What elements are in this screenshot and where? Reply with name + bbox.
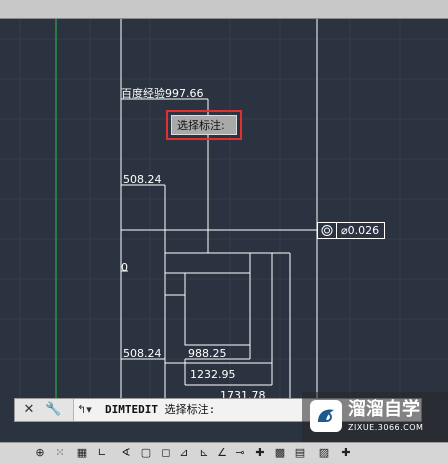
dimension-1232[interactable]: 1232.95 [190,369,236,381]
dynamic-input-icon[interactable]: ∠ [214,445,230,461]
dimension-508-top[interactable]: 508.24 [123,174,162,186]
isodraft-icon[interactable]: ▢ [138,445,154,461]
command-line-controls: ✕ 🔧 [15,399,74,421]
drawing-geometry [0,19,448,399]
object-snap-tracking-icon[interactable]: ◻ [158,445,174,461]
grid-icon[interactable]: ▦ [74,445,90,461]
site-watermark: 溜溜自学 ZIXUE.3066.COM [302,392,448,442]
transparency-icon[interactable]: ▩ [272,445,288,461]
annotation-monitor-icon[interactable]: ▨ [316,445,332,461]
grid-dots-icon[interactable]: ⁙ [52,445,68,461]
geometric-tolerance-frame[interactable]: ⌀0.026 [317,222,385,239]
watermark-subtitle: ZIXUE.3066.COM [348,423,424,432]
drawing-canvas[interactable]: 百度经验997.66 508.24 0 508.24 988.25 1232.9… [0,19,448,399]
dimension-zero[interactable]: 0 [121,262,128,274]
snap-icon[interactable]: ⊕ [32,445,48,461]
close-icon[interactable]: ✕ [21,402,37,418]
concentricity-icon [318,223,337,238]
status-bar: ⊕ ⁙ ▦ ∟ ∢ ▢ ◻ ⊿ ⊾ ∠ ⊸ ✚ ▩ ▤ ▨ ✚ [0,442,448,463]
dynamic-ucs-icon[interactable]: ⊾ [196,445,212,461]
tolerance-value: ⌀0.026 [341,224,380,237]
tooltip-highlight: 选择标注: [166,110,242,140]
add-icon[interactable]: ✚ [338,445,354,461]
dimension-988[interactable]: 988.25 [188,348,227,360]
dimension-baidu-997[interactable]: 百度经验997.66 [121,88,204,100]
command-name: DIMTEDIT [105,403,158,416]
object-snap-icon[interactable]: ⊿ [176,445,192,461]
cursor-tooltip: 选择标注: [171,115,237,135]
title-strip [0,0,448,19]
command-prompt: 选择标注: [164,403,216,416]
watermark-title: 溜溜自学 [348,399,420,420]
command-prompt-text[interactable]: DIMTEDIT 选择标注: [105,403,215,417]
command-arrow-icon[interactable]: ↰▾ [77,402,99,418]
watermark-logo-icon [310,400,342,432]
dimension-508-bottom[interactable]: 508.24 [123,348,162,360]
lineweight-icon[interactable]: ⊸ [232,445,248,461]
layout-tab-gap [0,422,20,442]
crosshair-icon[interactable]: ✚ [252,445,268,461]
ortho-icon[interactable]: ∟ [94,445,110,461]
selection-cycling-icon[interactable]: ▤ [292,445,308,461]
polar-icon[interactable]: ∢ [118,445,134,461]
wrench-icon[interactable]: 🔧 [45,402,61,418]
